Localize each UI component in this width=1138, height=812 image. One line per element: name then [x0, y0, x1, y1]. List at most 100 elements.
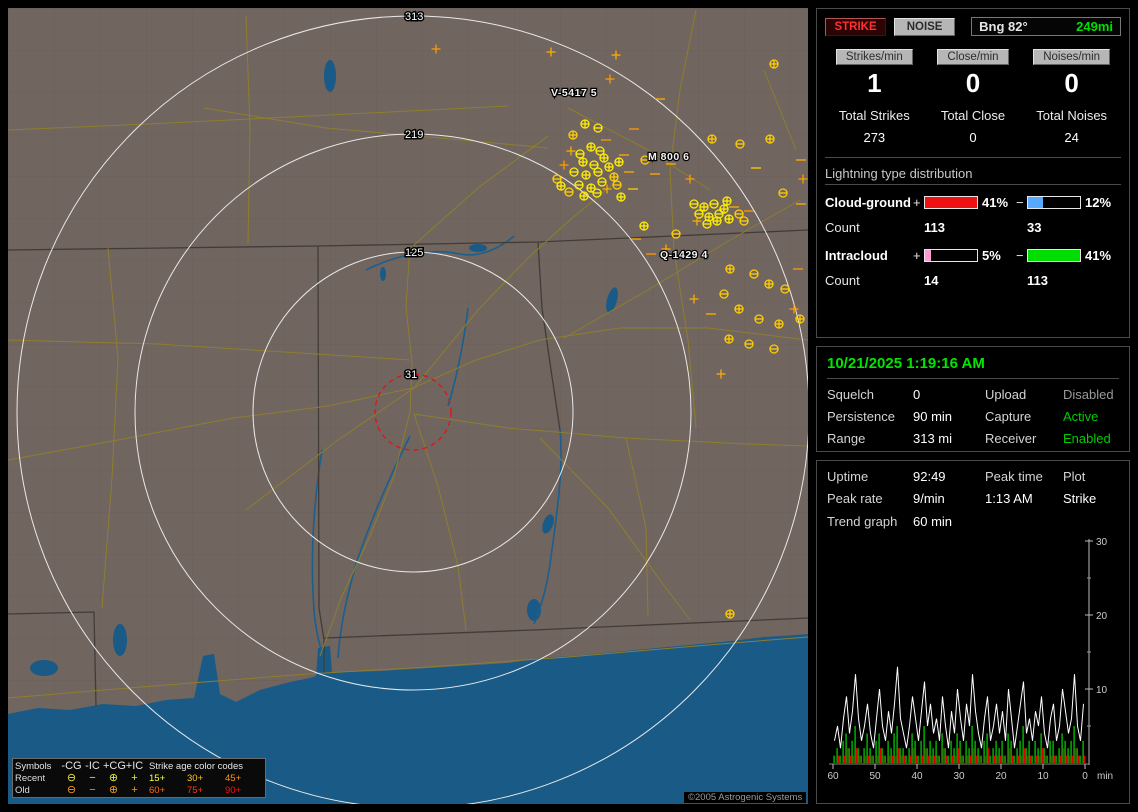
peak-rate-label: Peak rate	[827, 491, 883, 506]
bearing-readout: Bng 82° 249mi	[971, 17, 1121, 36]
ic-minus-bar	[1027, 249, 1081, 262]
total-strikes-value: 273	[863, 130, 886, 145]
svg-text:Q-1429 4: Q-1429 4	[660, 249, 708, 261]
pcg-recent-icon: ⊕	[108, 772, 119, 784]
receiver-label: Receiver	[985, 431, 1037, 446]
capture-value: Active	[1063, 409, 1099, 424]
svg-text:20: 20	[1096, 611, 1108, 622]
peak-rate-value: 9/min	[913, 491, 945, 506]
cloud-ground-row: Cloud-ground + 41% − 12% Count 113 33	[825, 195, 1121, 235]
svg-text:60: 60	[827, 771, 839, 782]
cloud-ground-label: Cloud-ground	[825, 195, 911, 210]
ncg-old-icon: ⊖	[66, 784, 77, 796]
plot-label: Plot	[1063, 469, 1086, 484]
nexstorm-window: V-5417 5 M 800 6 Q-1429 4 31 125 219 313 Symb…	[0, 0, 1138, 812]
svg-text:31: 31	[405, 369, 417, 381]
cg-minus-count: 33	[1027, 220, 1042, 235]
map-canvas: V-5417 5 M 800 6 Q-1429 4 31 125 219 313	[8, 8, 808, 804]
ic-plus-bar	[924, 249, 978, 262]
pcg-old-icon: ⊕	[108, 784, 119, 796]
squelch-label: Squelch	[827, 387, 874, 402]
pic-recent-icon: +	[131, 772, 138, 784]
strikes-per-min-value: 1	[867, 68, 882, 98]
noise-button[interactable]: NOISE	[894, 17, 956, 36]
svg-text:125: 125	[405, 247, 423, 259]
legend-recent-label: Recent	[15, 772, 46, 784]
legend-age-title: Strike age color codes	[149, 760, 243, 772]
pic-old-icon: +	[131, 784, 138, 796]
svg-text:V-5417 5: V-5417 5	[551, 87, 597, 99]
ic-plus-pct: 5%	[982, 248, 1001, 263]
close-per-min-value: 0	[965, 68, 981, 98]
uptime-value: 92:49	[913, 469, 946, 484]
total-noises-label: Total Noises	[1036, 108, 1108, 123]
noises-per-min-value: 0	[1064, 68, 1079, 98]
plot-value: Strike	[1063, 491, 1097, 506]
upload-value: Disabled	[1063, 387, 1114, 402]
svg-text:219: 219	[405, 129, 423, 141]
strikes-per-min-chip[interactable]: Strikes/min	[835, 49, 913, 65]
age-45: 45+	[225, 772, 242, 784]
minus-sign: −	[1016, 248, 1024, 263]
count-label: Count	[825, 273, 860, 288]
age-30: 30+	[187, 772, 204, 784]
nic-old-icon: −	[89, 784, 96, 796]
strike-legend: Symbols -CG -IC +CG +IC Strike age color…	[12, 758, 266, 798]
cg-plus-bar	[924, 196, 978, 209]
legend-col-ncg: -CG	[61, 760, 82, 772]
nic-recent-icon: −	[89, 772, 96, 784]
trend-graph-value: 60 min	[913, 514, 953, 529]
age-90: 90+	[225, 784, 242, 796]
lightning-map[interactable]: V-5417 5 M 800 6 Q-1429 4 31 125 219 313 Symb…	[8, 8, 808, 804]
legend-col-pic: +IC	[125, 760, 144, 772]
peak-time-value: 1:13 AM	[985, 491, 1033, 506]
total-strikes-label: Total Strikes	[838, 108, 910, 123]
trend-graph: 30 20 10 60 50 40 30 20 10 0 min	[827, 537, 1113, 782]
svg-text:313: 313	[405, 11, 423, 23]
uptime-label: Uptime	[827, 469, 869, 484]
svg-text:10: 10	[1096, 685, 1108, 696]
svg-text:M 800 6: M 800 6	[648, 151, 689, 163]
cg-minus-bar	[1027, 196, 1081, 209]
cg-minus-pct: 12%	[1085, 195, 1112, 210]
distribution-title: Lightning type distribution	[825, 166, 973, 181]
peak-time-label: Peak time	[985, 469, 1043, 484]
plus-sign: +	[913, 248, 921, 263]
ic-minus-pct: 41%	[1085, 248, 1112, 263]
intracloud-row: Intracloud + 5% − 41% Count 14 113	[825, 248, 1121, 288]
persistence-value: 90 min	[913, 409, 953, 424]
legend-col-pcg: +CG	[103, 760, 126, 772]
svg-text:0: 0	[1082, 771, 1088, 782]
age-60: 60+	[149, 784, 166, 796]
distance-value: 249mi	[1076, 19, 1113, 34]
svg-text:min: min	[1097, 771, 1113, 782]
noises-per-min-chip[interactable]: Noises/min	[1033, 49, 1111, 65]
legend-old-label: Old	[15, 784, 30, 796]
strike-button[interactable]: STRIKE	[825, 17, 887, 36]
upload-label: Upload	[985, 387, 1027, 402]
minus-sign: −	[1016, 195, 1024, 210]
svg-text:30: 30	[953, 771, 965, 782]
datetime: 10/21/2025 1:19:16 AM	[827, 355, 985, 372]
count-label: Count	[825, 220, 860, 235]
copyright-text: ©2005 Astrogenic Systems	[684, 792, 807, 803]
svg-text:30: 30	[1096, 537, 1108, 548]
bearing-value: Bng 82°	[979, 19, 1028, 34]
svg-text:20: 20	[995, 771, 1007, 782]
cg-plus-pct: 41%	[982, 195, 1009, 210]
cg-plus-count: 113	[924, 220, 945, 235]
legend-symbols-title: Symbols	[15, 760, 52, 772]
status-box: 10/21/2025 1:19:16 AM Squelch 0 Upload D…	[816, 346, 1130, 452]
age-15: 15+	[149, 772, 166, 784]
legend-col-nic: -IC	[85, 760, 100, 772]
counters-box: STRIKE NOISE Bng 82° 249mi Strikes/min C…	[816, 8, 1130, 338]
ic-minus-count: 113	[1027, 273, 1048, 288]
svg-text:50: 50	[869, 771, 881, 782]
receiver-value: Enabled	[1063, 431, 1111, 446]
capture-label: Capture	[985, 409, 1032, 424]
total-close-label: Total Close	[940, 108, 1006, 123]
ic-plus-count: 14	[924, 273, 939, 288]
close-per-min-chip[interactable]: Close/min	[937, 49, 1009, 65]
range-label: Range	[827, 431, 866, 446]
total-noises-value: 24	[1064, 130, 1079, 145]
